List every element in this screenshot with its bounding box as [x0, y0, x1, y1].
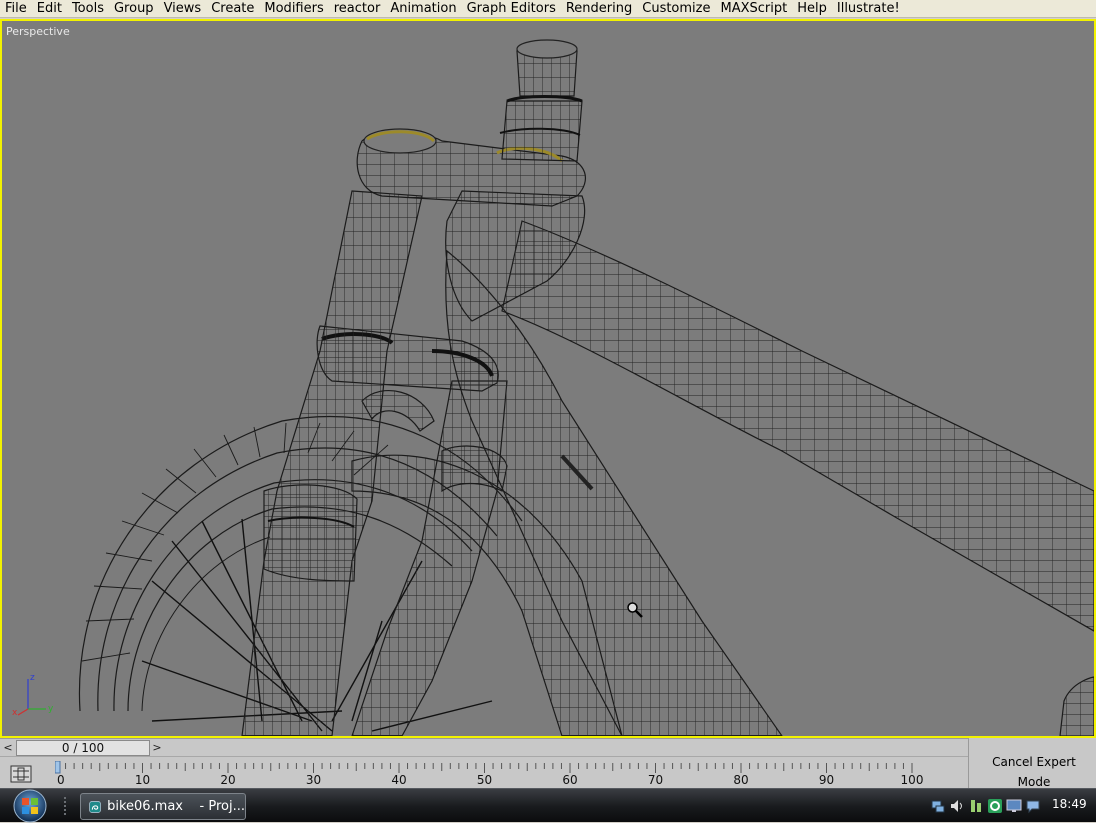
zoom-cursor-icon — [627, 602, 643, 618]
menu-file[interactable]: File — [0, 0, 32, 18]
security-tray-icon[interactable] — [987, 798, 1003, 814]
menu-graph-editors[interactable]: Graph Editors — [462, 0, 561, 18]
taskbar: bike06.max - Proj... 18:49 — [0, 788, 1096, 823]
bike-wireframe-model[interactable] — [2, 21, 1094, 736]
menu-animation[interactable]: Animation — [385, 0, 461, 18]
track-bar[interactable]: 0 10 20 30 40 50 60 70 80 90 100 — [0, 756, 968, 788]
taskbar-button-label: bike06.max - Proj... — [107, 799, 245, 814]
menu-modifiers[interactable]: Modifiers — [259, 0, 328, 18]
volume-tray-icon[interactable] — [949, 798, 965, 814]
frame-tick-label: 70 — [648, 773, 663, 787]
menu-illustrate[interactable]: Illustrate! — [832, 0, 905, 18]
prev-frame-button[interactable]: < — [1, 740, 15, 756]
menu-maxscript[interactable]: MAXScript — [716, 0, 793, 18]
next-frame-button[interactable]: > — [150, 740, 164, 756]
frame-tick-label: 20 — [220, 773, 235, 787]
frame-tick-label: 90 — [819, 773, 834, 787]
track-ruler[interactable]: 0 10 20 30 40 50 60 70 80 90 100 — [55, 761, 965, 787]
taskbar-grip — [64, 797, 68, 815]
menu-edit[interactable]: Edit — [32, 0, 67, 18]
current-frame-marker — [55, 761, 61, 774]
network-tray-icon[interactable] — [930, 798, 946, 814]
menu-views[interactable]: Views — [159, 0, 207, 18]
menu-group[interactable]: Group — [109, 0, 159, 18]
menu-rendering[interactable]: Rendering — [561, 0, 637, 18]
frame-tick-label: 50 — [477, 773, 492, 787]
right-edge-part — [1059, 676, 1094, 736]
frame-tick-label: 60 — [562, 773, 577, 787]
axis-tripod: z x y — [12, 673, 54, 717]
frame-tick-label: 100 — [901, 773, 924, 787]
menu-tools[interactable]: Tools — [67, 0, 109, 18]
display-tray-icon[interactable] — [1006, 798, 1022, 814]
taskbar-button-3dsmax[interactable]: bike06.max - Proj... — [80, 793, 246, 820]
cancel-expert-mode-button[interactable]: Cancel Expert Mode — [975, 752, 1093, 789]
start-button-icon[interactable] — [6, 789, 50, 823]
menu-reactor[interactable]: reactor — [329, 0, 386, 18]
3dsmax-app-icon — [89, 800, 101, 813]
time-slider-thumb[interactable]: 0 / 100 — [16, 740, 150, 756]
menu-bar: File Edit Tools Group Views Create Modif… — [0, 0, 1096, 18]
expert-mode-panel: Cancel Expert Mode — [968, 738, 1096, 789]
frame-tick-label: 0 — [57, 773, 65, 787]
mini-curve-editor-icon[interactable] — [10, 765, 32, 783]
steerer-column — [499, 39, 583, 162]
messenger-tray-icon[interactable] — [1025, 798, 1041, 814]
axis-z-label: z — [30, 673, 35, 683]
frame-tick-label: 10 — [135, 773, 150, 787]
taskbar-clock[interactable]: 18:49 — [1052, 797, 1087, 811]
menu-create[interactable]: Create — [206, 0, 259, 18]
frame-tick-label: 80 — [733, 773, 748, 787]
connection-tray-icon[interactable] — [968, 798, 984, 814]
time-slider[interactable]: < 0 / 100 > — [0, 738, 968, 756]
menu-customize[interactable]: Customize — [637, 0, 715, 18]
menu-help[interactable]: Help — [792, 0, 832, 18]
axis-x-label: x — [12, 708, 18, 717]
perspective-viewport[interactable]: Perspective z x y — [0, 19, 1096, 738]
frame-tick-label: 40 — [391, 773, 406, 787]
frame-tick-label: 30 — [306, 773, 321, 787]
axis-y-label: y — [48, 704, 54, 714]
